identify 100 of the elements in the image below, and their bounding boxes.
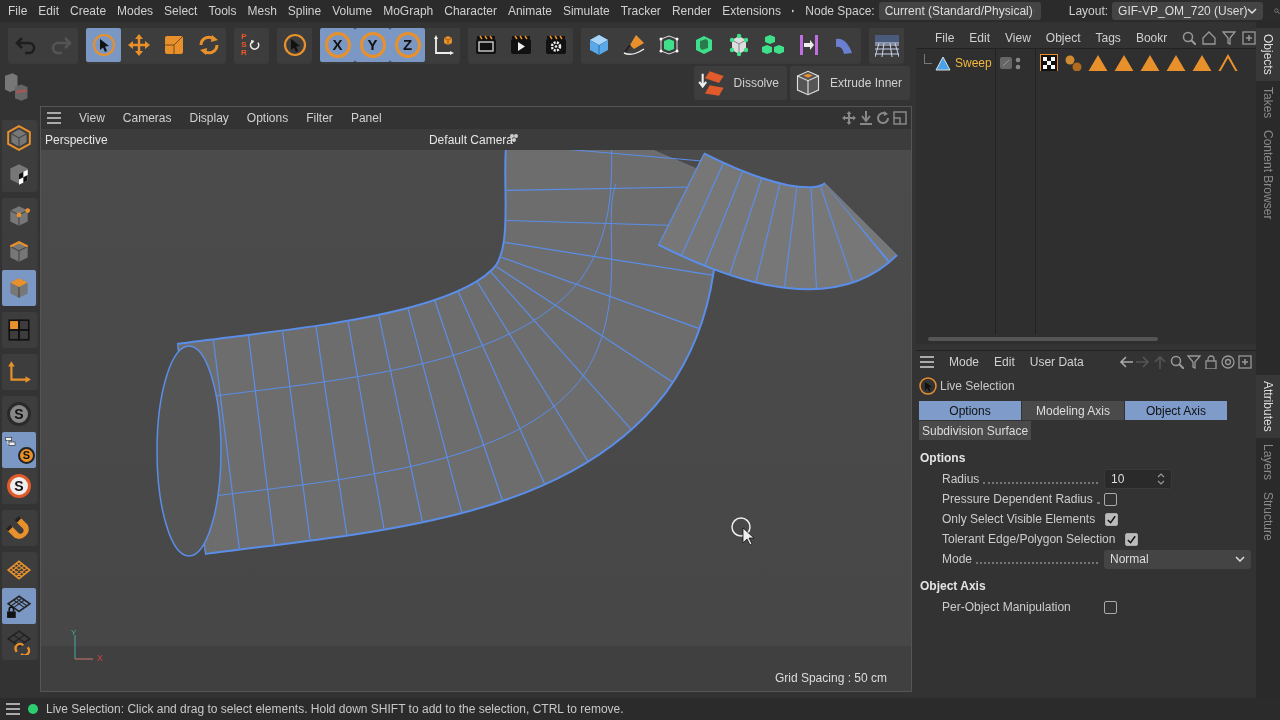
target-icon[interactable]: [1221, 354, 1235, 369]
scrollbar-thumb[interactable]: [928, 337, 1158, 341]
mode-dropdown[interactable]: Normal: [1104, 549, 1251, 569]
menu-item[interactable]: Select: [164, 2, 198, 20]
checkbox[interactable]: [1105, 512, 1119, 526]
tab[interactable]: Subdivision Surface: [919, 421, 1032, 440]
menu-item[interactable]: Tracker: [620, 2, 661, 20]
tool-button[interactable]: [86, 28, 121, 62]
menu-icon[interactable]: [920, 355, 934, 368]
menu-item[interactable]: Simulate: [562, 2, 610, 20]
field-label: Mode: [942, 551, 973, 568]
menu-item[interactable]: Bookr: [1135, 29, 1168, 47]
triangle-tag-icon[interactable]: [1140, 54, 1160, 71]
home-icon[interactable]: [1202, 31, 1217, 45]
menu-item[interactable]: Tags: [1095, 29, 1121, 47]
dolly-icon[interactable]: [859, 111, 873, 125]
filter-icon[interactable]: [1187, 354, 1201, 369]
filter-icon[interactable]: [1222, 31, 1237, 45]
triangle-tag-icon[interactable]: [1192, 54, 1212, 71]
checkbox[interactable]: [1125, 532, 1139, 546]
menu-item[interactable]: Extensions: [722, 2, 781, 20]
menu-item[interactable]: Edit: [38, 2, 60, 20]
menu-item[interactable]: Character: [444, 2, 497, 20]
menu-item[interactable]: Edit: [994, 352, 1015, 371]
menu-item[interactable]: Spline: [287, 2, 322, 20]
move-view-icon[interactable]: [842, 111, 856, 125]
menu-item[interactable]: Edit: [969, 29, 991, 47]
layer-swatch-icon[interactable]: [1000, 57, 1012, 69]
side-tab[interactable]: Layers: [1256, 438, 1280, 487]
clapboard-gear-icon: [543, 33, 568, 57]
layout-dropdown[interactable]: GIF-VP_OM_720 (User): [1112, 2, 1264, 20]
menu-item[interactable]: Mesh: [247, 2, 277, 20]
menu-item[interactable]: Volume: [332, 2, 373, 20]
clapboard-play-icon: [508, 33, 533, 57]
triangle-tag-icon[interactable]: [1114, 54, 1134, 71]
checkbox[interactable]: [1104, 600, 1117, 614]
menu-item[interactable]: Tools: [208, 2, 237, 20]
menu-item[interactable]: Options: [246, 109, 289, 127]
side-tab[interactable]: Attributes: [1256, 375, 1280, 439]
tab[interactable]: Modeling Axis: [1022, 401, 1124, 420]
view-name: Perspective: [45, 131, 108, 149]
orbit-icon[interactable]: [876, 111, 890, 125]
side-tab[interactable]: Structure: [1256, 486, 1280, 547]
menu-item[interactable]: Object: [1045, 29, 1081, 47]
checker-tag-icon[interactable]: [1040, 54, 1058, 71]
move-icon: [126, 33, 151, 57]
menu-item[interactable]: View: [79, 109, 105, 127]
tool-button[interactable]: [2, 588, 36, 624]
triangle-tag-icon[interactable]: [1218, 54, 1238, 71]
axis-toggle-button[interactable]: X: [320, 28, 355, 62]
visibility-dots-icon[interactable]: [1015, 56, 1021, 70]
checkbox[interactable]: [1104, 492, 1117, 506]
tool-name: Live Selection: [940, 378, 1015, 395]
menu-item[interactable]: MoGraph: [383, 2, 434, 20]
command-button[interactable]: Dissolve: [693, 66, 787, 100]
side-tab[interactable]: Objects: [1256, 28, 1280, 81]
menu-item[interactable]: File: [935, 29, 955, 47]
maximize-icon[interactable]: [893, 111, 907, 125]
tab[interactable]: Object Axis: [1125, 401, 1227, 420]
menu-icon[interactable]: [6, 703, 20, 715]
menu-item[interactable]: Filter: [306, 109, 333, 127]
search-icon[interactable]: [1182, 31, 1197, 45]
menu-item[interactable]: Cameras: [122, 109, 172, 127]
menu-item[interactable]: Render: [671, 2, 712, 20]
node-space-dropdown[interactable]: Current (Standard/Physical): [878, 2, 1041, 20]
axis-toggle-button[interactable]: Y: [355, 28, 390, 62]
triangle-object-icon: [935, 55, 951, 71]
cubes-icon: [761, 33, 786, 57]
menu-item[interactable]: Modes: [117, 2, 154, 20]
back-arrow-icon[interactable]: [1119, 354, 1133, 369]
object-name[interactable]: Sweep: [955, 54, 992, 72]
side-tab[interactable]: Content Browser: [1256, 124, 1280, 226]
menu-item[interactable]: Create: [70, 2, 107, 20]
snap-button[interactable]: S: [2, 432, 36, 468]
tab[interactable]: Options: [919, 401, 1021, 420]
triangle-tag-icon[interactable]: [1088, 54, 1108, 71]
spinner-icon: [1157, 473, 1165, 485]
menu-item[interactable]: Animate: [507, 2, 552, 20]
side-tab[interactable]: Takes: [1256, 80, 1280, 125]
arrow-cursor-icon: [282, 33, 307, 57]
spheres-tag-icon[interactable]: [1064, 54, 1082, 71]
layout-label: Layout:: [1068, 3, 1109, 20]
menu-item[interactable]: User Data: [1029, 352, 1084, 371]
command-button[interactable]: Extrude Inner: [789, 66, 910, 100]
add-icon[interactable]: [1242, 31, 1257, 45]
menu-item[interactable]: Panel: [350, 109, 382, 127]
menu-item[interactable]: Mode: [949, 352, 980, 371]
number-field[interactable]: 10: [1104, 469, 1172, 489]
axis-toggle-button[interactable]: Z: [390, 28, 425, 62]
menu-item[interactable]: View: [1005, 29, 1031, 47]
menu-item[interactable]: File: [8, 2, 28, 20]
field-label: Radius: [942, 471, 980, 488]
triangle-icon: [791, 7, 795, 15]
menu-item[interactable]: Display: [189, 109, 229, 127]
search-icon[interactable]: [1170, 354, 1184, 369]
lock-icon[interactable]: [1204, 354, 1218, 369]
status-text: Live Selection: Click and drag to select elements. Hold down SHIFT to add to the selection, CTRL to remove.: [46, 701, 624, 718]
menu-icon[interactable]: [47, 112, 61, 124]
triangle-tag-icon[interactable]: [1166, 54, 1186, 71]
add-icon[interactable]: [1238, 354, 1252, 369]
